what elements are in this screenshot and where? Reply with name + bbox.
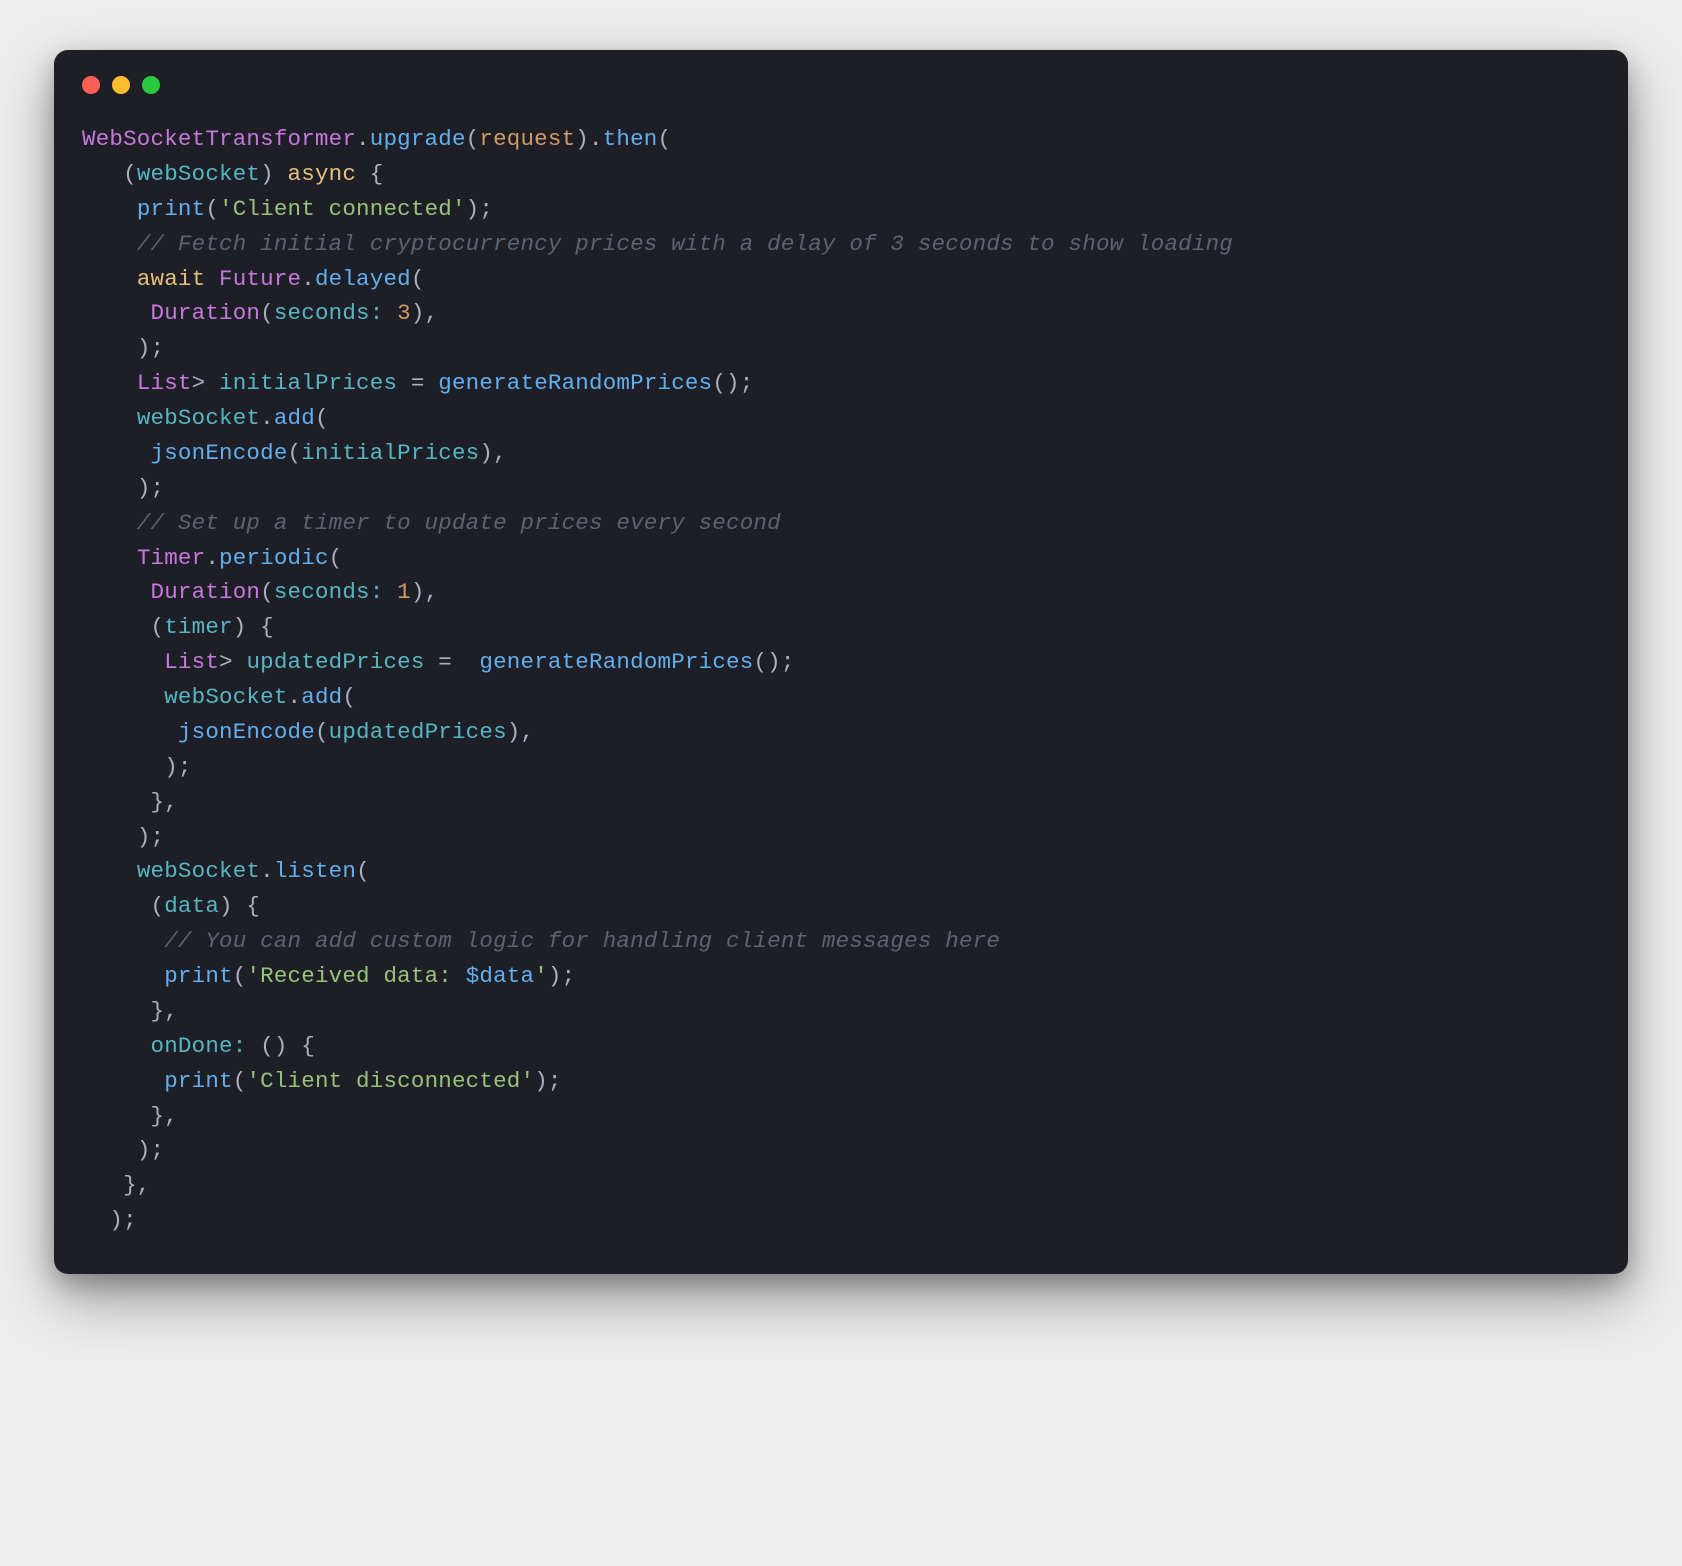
code-token: add <box>301 684 342 710</box>
close-icon[interactable] <box>82 76 100 94</box>
code-token: webSocket <box>137 858 260 884</box>
maximize-icon[interactable] <box>142 76 160 94</box>
code-token: 'Received data: <box>246 963 465 989</box>
code-token: timer <box>164 614 233 640</box>
code-token: webSocket <box>137 161 260 187</box>
code-token: onDone: <box>151 1033 247 1059</box>
code-token: initialPrices <box>301 440 479 466</box>
code-window: WebSocketTransformer.upgrade(request).th… <box>54 50 1628 1274</box>
code-token: async <box>288 161 357 187</box>
code-token: webSocket <box>164 684 287 710</box>
code-token: upgrade <box>370 126 466 152</box>
code-token: Duration <box>151 579 261 605</box>
code-block: WebSocketTransformer.upgrade(request).th… <box>82 122 1600 1238</box>
code-token: 1 <box>397 579 411 605</box>
code-token: Duration <box>151 300 261 326</box>
code-token: request <box>479 126 575 152</box>
code-token: List <box>137 370 192 396</box>
code-token: listen <box>274 858 356 884</box>
code-token: data <box>164 893 219 919</box>
code-token: List <box>164 649 219 675</box>
code-token: Future <box>219 266 301 292</box>
minimize-icon[interactable] <box>112 76 130 94</box>
code-comment: // Fetch initial cryptocurrency prices w… <box>137 231 1233 257</box>
code-token: WebSocketTransformer <box>82 126 356 152</box>
code-token: 'Client disconnected' <box>246 1068 534 1094</box>
code-comment: // You can add custom logic for handling… <box>164 928 1000 954</box>
code-token: 3 <box>397 300 411 326</box>
code-token: updatedPrices <box>246 649 424 675</box>
code-token: jsonEncode <box>151 440 288 466</box>
code-token: webSocket <box>137 405 260 431</box>
code-token: jsonEncode <box>178 719 315 745</box>
code-token: generateRandomPrices <box>438 370 712 396</box>
traffic-lights <box>82 76 1600 94</box>
code-token: periodic <box>219 545 329 571</box>
code-token: updatedPrices <box>329 719 507 745</box>
code-token: add <box>274 405 315 431</box>
code-token: print <box>137 196 206 222</box>
code-comment: // Set up a timer to update prices every… <box>137 510 781 536</box>
code-token: then <box>603 126 658 152</box>
code-token: print <box>164 963 233 989</box>
code-token: seconds: <box>274 579 384 605</box>
code-token: delayed <box>315 266 411 292</box>
code-token: seconds: <box>274 300 384 326</box>
code-token: initialPrices <box>219 370 397 396</box>
code-token: await <box>137 266 206 292</box>
code-token: $data <box>466 963 535 989</box>
code-token: generateRandomPrices <box>479 649 753 675</box>
code-token: print <box>164 1068 233 1094</box>
code-token: Timer <box>137 545 206 571</box>
code-token: 'Client connected' <box>219 196 466 222</box>
